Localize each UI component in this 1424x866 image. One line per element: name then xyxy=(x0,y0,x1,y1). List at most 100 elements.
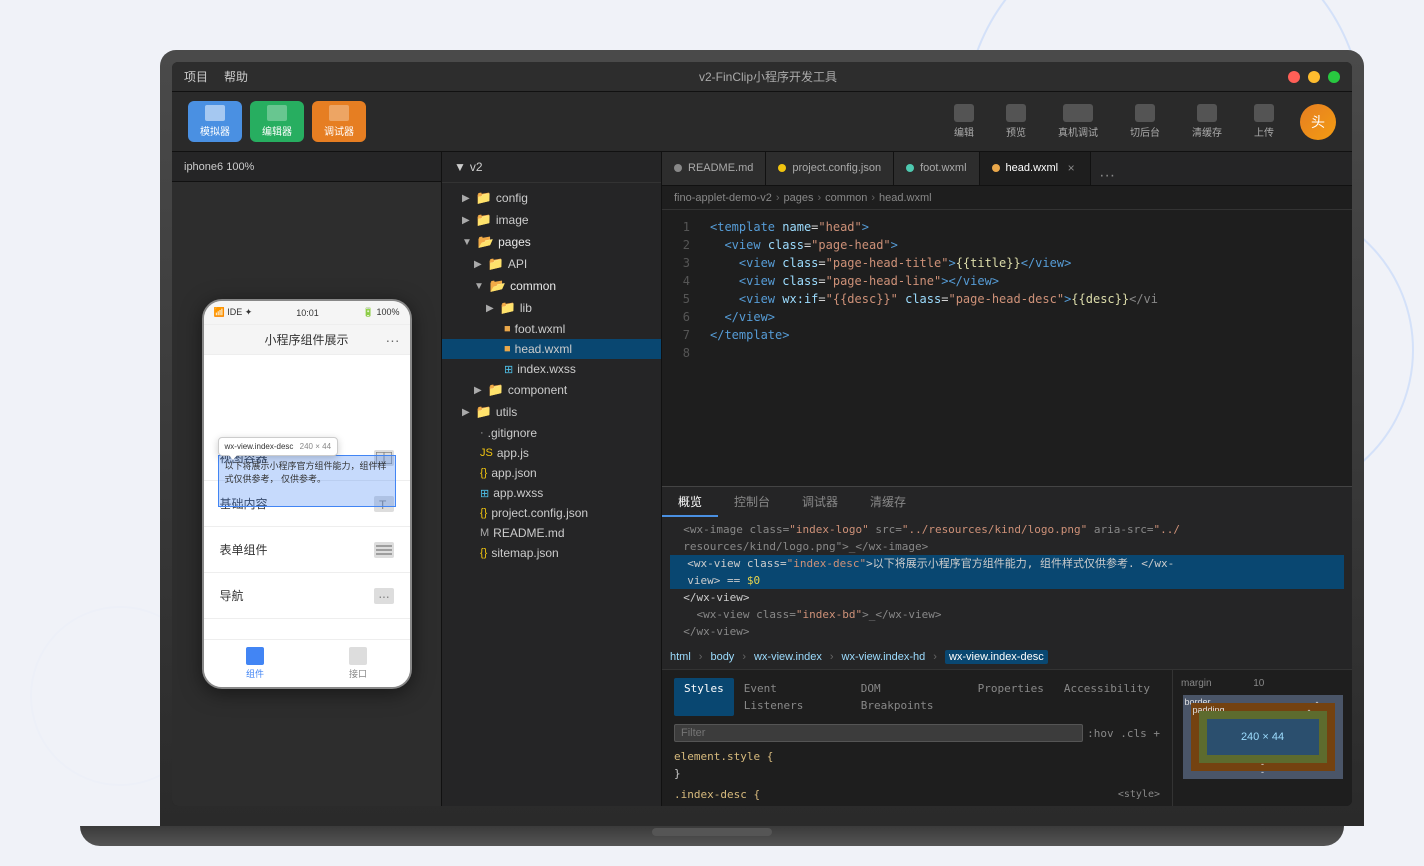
panel-tab-terminal[interactable]: 清缓存 xyxy=(854,487,922,517)
tree-item-label: .gitignore xyxy=(488,426,537,440)
user-avatar[interactable]: 头 xyxy=(1300,104,1336,140)
code-editor[interactable]: 1 2 3 4 5 6 7 8 <template name="head"> xyxy=(662,210,1352,486)
breadcrumb-separator: › xyxy=(818,192,822,204)
element-wx-view-index-hd[interactable]: wx-view.index-hd xyxy=(842,651,926,663)
code-line-4: <view class="page-head-line"></view> xyxy=(710,272,1340,290)
phone-title-dots: ··· xyxy=(386,332,400,348)
tree-item-lib[interactable]: ▶ 📁 lib xyxy=(442,297,661,319)
box-model-panel: margin 10 border - padding - xyxy=(1172,670,1352,806)
breadcrumb-separator: › xyxy=(871,192,875,204)
tab-close-button[interactable]: × xyxy=(1064,161,1078,175)
code-lines-area: 1 2 3 4 5 6 7 8 <template name="head"> xyxy=(662,210,1352,486)
tree-item-config[interactable]: ▶ 📁 config xyxy=(442,187,661,209)
breadcrumb-common: common xyxy=(825,192,867,204)
upload-button[interactable]: 上传 xyxy=(1240,100,1288,143)
box-model-diagram: border - padding - 240 × 44 xyxy=(1183,695,1343,779)
tab-head-wxml[interactable]: head.wxml × xyxy=(980,152,1092,185)
edit-label: 编辑 xyxy=(954,124,974,139)
tree-item-project-config[interactable]: {} project.config.json xyxy=(442,503,661,523)
tree-item-foot-wxml[interactable]: ■ foot.wxml xyxy=(442,319,661,339)
bottom-panel: 概览 控制台 调试器 清缓存 <wx-image class="index-lo… xyxy=(662,486,1352,806)
chevron-right-icon: ▶ xyxy=(462,215,470,226)
simulator-mode-button[interactable]: 模拟器 xyxy=(188,101,242,142)
panel-tab-console[interactable]: 控制台 xyxy=(718,487,786,517)
tab-label: README.md xyxy=(688,162,753,174)
tree-item-utils[interactable]: ▶ 📁 utils xyxy=(442,401,661,423)
chevron-down-icon: ▼ xyxy=(454,160,466,174)
tree-item-label: app.wxss xyxy=(493,486,543,500)
tree-item-head-wxml[interactable]: ■ head.wxml xyxy=(442,339,661,359)
background-button[interactable]: 切后台 xyxy=(1116,100,1174,143)
close-button[interactable] xyxy=(1288,71,1300,83)
js-file-icon: JS xyxy=(480,447,493,459)
element-body[interactable]: body xyxy=(710,651,734,663)
css-closing-brace: } xyxy=(674,767,681,780)
panel-tab-debugger[interactable]: 调试器 xyxy=(786,487,854,517)
tab-readme[interactable]: README.md xyxy=(662,152,766,185)
tree-item-gitignore[interactable]: · .gitignore xyxy=(442,423,661,443)
file-type-indicator xyxy=(906,164,914,172)
element-wx-view-index-desc[interactable]: wx-view.index-desc xyxy=(945,650,1048,664)
maximize-button[interactable] xyxy=(1328,71,1340,83)
tree-item-component[interactable]: ▶ 📁 component xyxy=(442,379,661,401)
tree-item-common[interactable]: ▼ 📂 common xyxy=(442,275,661,297)
folder-icon: 📁 xyxy=(500,300,516,316)
menu-project[interactable]: 项目 xyxy=(184,68,208,85)
css-filter-input[interactable] xyxy=(674,724,1083,742)
menu-help[interactable]: 帮助 xyxy=(224,68,248,85)
tree-item-app-json[interactable]: {} app.json xyxy=(442,463,661,483)
css-source-link[interactable]: <style> xyxy=(1118,786,1160,803)
styles-tab-properties[interactable]: Properties xyxy=(968,678,1054,716)
device-debug-button[interactable]: 真机调试 xyxy=(1044,100,1112,143)
device-label: 真机调试 xyxy=(1058,124,1098,139)
toolbar: 模拟器 编辑器 调试器 编辑 xyxy=(172,92,1352,152)
edit-action-button[interactable]: 编辑 xyxy=(940,100,988,143)
tab-project-config[interactable]: project.config.json xyxy=(766,152,894,185)
panel-tab-overview[interactable]: 概览 xyxy=(662,487,718,517)
tree-item-app-wxss[interactable]: ⊞ app.wxss xyxy=(442,483,661,503)
gitignore-file-icon: · xyxy=(480,427,484,439)
list-item: 导航 ··· xyxy=(204,573,410,619)
nav-item-components[interactable]: 组件 xyxy=(246,647,264,680)
tree-item-image[interactable]: ▶ 📁 image xyxy=(442,209,661,231)
tree-item-label: head.wxml xyxy=(515,342,572,356)
css-value: 10px xyxy=(772,805,799,806)
list-item-icon: ··· xyxy=(374,588,394,604)
tree-item-pages[interactable]: ▼ 📂 pages xyxy=(442,231,661,253)
clear-cache-button[interactable]: 清缓存 xyxy=(1178,100,1236,143)
more-tabs-button[interactable]: ··· xyxy=(1091,167,1123,185)
tooltip-size: 240 × 44 xyxy=(300,442,331,451)
tree-item-index-wxss[interactable]: ⊞ index.wxss xyxy=(442,359,661,379)
tree-item-label: common xyxy=(510,279,556,293)
laptop-screen: 项目 帮助 v2-FinClip小程序开发工具 模拟器 xyxy=(172,62,1352,806)
preview-action-button[interactable]: 预览 xyxy=(992,100,1040,143)
tree-item-sitemap[interactable]: {} sitemap.json xyxy=(442,543,661,563)
line-number: 3 xyxy=(662,254,690,272)
minimize-button[interactable] xyxy=(1308,71,1320,83)
element-html[interactable]: html xyxy=(670,651,691,663)
tree-item-api[interactable]: ▶ 📁 API xyxy=(442,253,661,275)
html-preview-section: <wx-image class="index-logo" src="../res… xyxy=(662,517,1352,644)
styles-tab-event-listeners[interactable]: Event Listeners xyxy=(734,678,851,716)
tree-item-readme[interactable]: M README.md xyxy=(442,523,661,543)
css-rule-element-style: element.style { } xyxy=(674,748,1160,782)
styles-tab-styles[interactable]: Styles xyxy=(674,678,734,716)
element-selector-bar: html › body › wx-view.index › wx-view.in… xyxy=(662,644,1352,670)
tree-item-app-js[interactable]: JS app.js xyxy=(442,443,661,463)
chevron-down-icon: ▼ xyxy=(474,281,484,292)
line-number: 4 xyxy=(662,272,690,290)
styles-tab-accessibility[interactable]: Accessibility xyxy=(1054,678,1160,716)
box-padding-layer: 240 × 44 xyxy=(1199,711,1327,763)
debugger-mode-button[interactable]: 调试器 xyxy=(312,101,366,142)
debugger-label: 调试器 xyxy=(324,123,354,138)
element-wx-view-index[interactable]: wx-view.index xyxy=(754,651,822,663)
title-bar: 项目 帮助 v2-FinClip小程序开发工具 xyxy=(172,62,1352,92)
signal-indicator: 📶 IDE ✦ xyxy=(214,307,253,318)
nav-item-api[interactable]: 接口 xyxy=(349,647,367,680)
phone-app-title: 小程序组件展示 xyxy=(264,331,348,348)
styles-tab-dom-breakpoints[interactable]: DOM Breakpoints xyxy=(851,678,968,716)
code-line-1: <template name="head"> xyxy=(710,218,1340,236)
tab-foot-wxml[interactable]: foot.wxml xyxy=(894,152,979,185)
box-content-area: 240 × 44 xyxy=(1207,719,1319,755)
editor-mode-button[interactable]: 编辑器 xyxy=(250,101,304,142)
